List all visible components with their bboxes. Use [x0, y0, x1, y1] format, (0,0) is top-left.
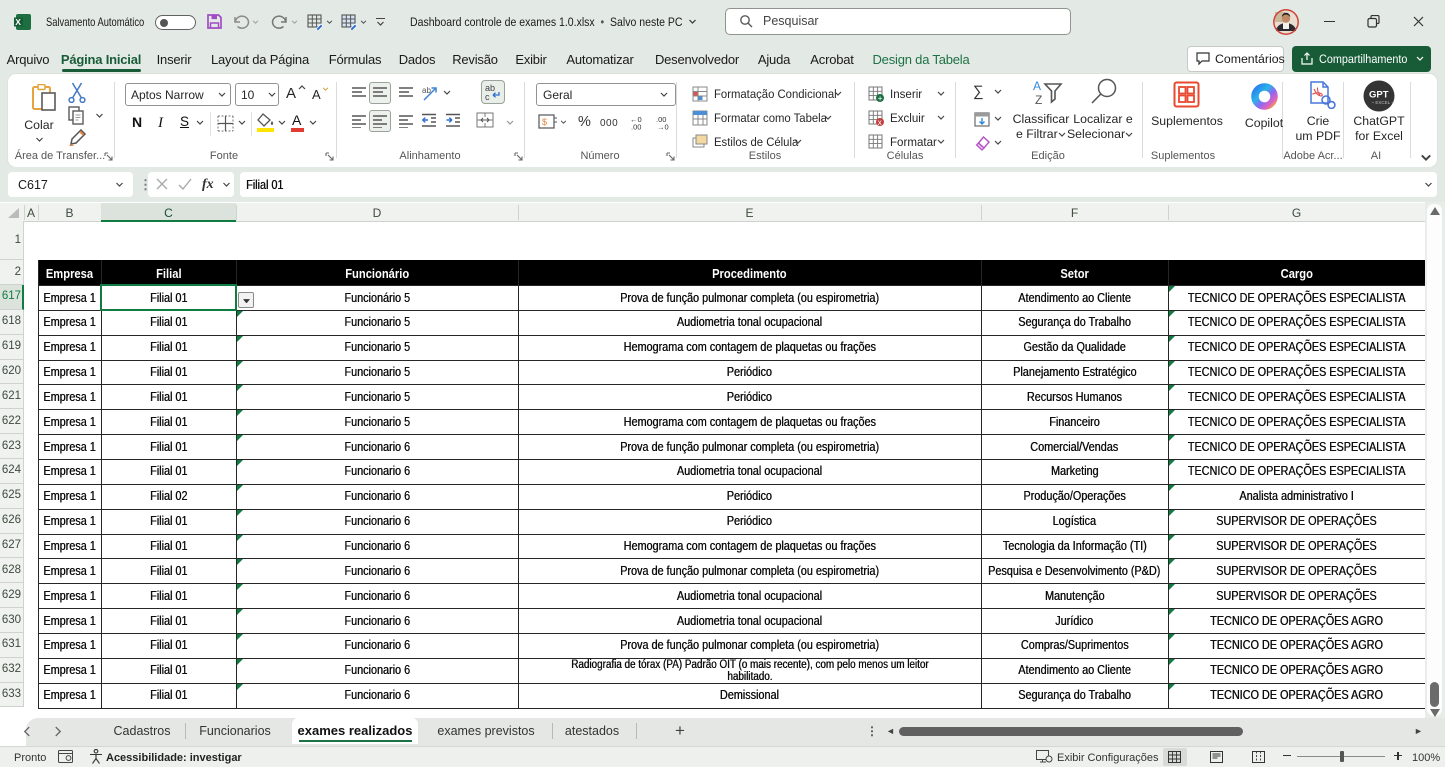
svg-text:.00: .00 [631, 123, 641, 131]
svg-text:A: A [1033, 79, 1041, 93]
svg-text:ab: ab [422, 86, 431, 95]
svg-text:Z: Z [1035, 93, 1042, 107]
svg-text:x: x [878, 118, 882, 126]
svg-text:c: c [485, 92, 490, 102]
svg-text:$: $ [542, 117, 547, 127]
svg-text:+: + [878, 94, 883, 102]
svg-text:X: X [15, 17, 21, 27]
svg-text:GPT: GPT [1369, 90, 1389, 101]
svg-text:→0: →0 [657, 123, 669, 131]
svg-text:~ EXCEL ~: ~ EXCEL ~ [1372, 100, 1395, 105]
